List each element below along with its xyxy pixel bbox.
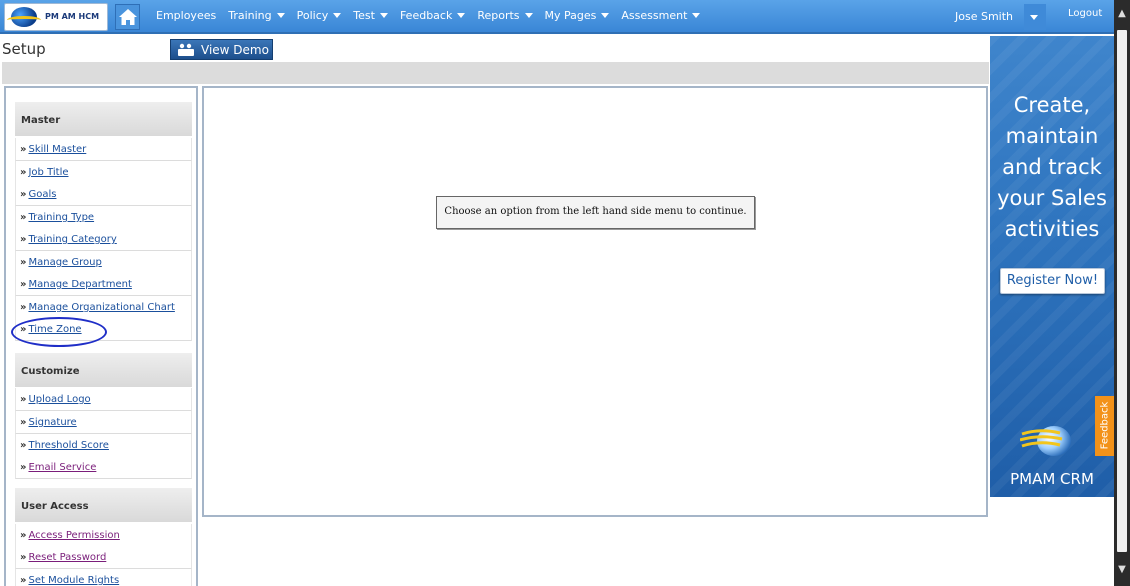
caret-down-icon — [601, 12, 610, 18]
nav-reports[interactable]: Reports — [477, 9, 533, 22]
highlight-ellipse — [11, 317, 107, 347]
swoosh-icon — [7, 16, 41, 24]
ad-headline: Create, maintain and track your Sales ac… — [997, 93, 1107, 241]
main-nav: Employees Training Policy Test Feedback … — [150, 0, 706, 30]
page-title: Setup — [2, 40, 46, 58]
menu-item-access-permission[interactable]: » Access Permission — [15, 524, 192, 547]
caret-down-icon — [276, 12, 285, 18]
menu-item-manage-group[interactable]: » Manage Group — [15, 251, 192, 274]
register-now-button[interactable]: Register Now! — [1000, 268, 1105, 294]
top-nav-bar: PM AM HCM Employees Training Policy Test… — [0, 0, 1114, 34]
menu-item-signature[interactable]: » Signature — [15, 411, 192, 434]
vertical-scrollbar[interactable]: ▲ ▼ — [1114, 0, 1130, 586]
user-name[interactable]: Jose Smith — [955, 10, 1013, 23]
menu-item-job-title[interactable]: » Job Title — [15, 161, 192, 184]
toolbar-strip — [2, 62, 989, 84]
menu-item-training-category[interactable]: » Training Category — [15, 228, 192, 251]
caret-down-icon — [457, 12, 466, 18]
menu-item-email-service[interactable]: » Email Service — [15, 456, 192, 479]
scroll-down-arrow-icon[interactable]: ▼ — [1114, 562, 1130, 578]
user-menu-dropdown[interactable] — [1024, 4, 1046, 30]
view-demo-button[interactable]: View Demo — [170, 39, 273, 60]
company-logo[interactable]: PM AM HCM — [4, 3, 108, 31]
nav-my-pages[interactable]: My Pages — [545, 9, 610, 22]
caret-down-icon — [692, 12, 701, 18]
crm-ad-banner[interactable]: Create, maintain and track your Sales ac… — [990, 36, 1114, 497]
main-content-panel: Choose an option from the left hand side… — [202, 86, 988, 517]
caret-down-icon — [524, 12, 533, 18]
nav-employees[interactable]: Employees — [156, 9, 216, 22]
menu-item-manage-department[interactable]: » Manage Department — [15, 273, 192, 296]
menu-item-skill-master[interactable]: » Skill Master — [15, 138, 192, 161]
crm-globe-icon — [1020, 426, 1071, 456]
logo-text: PM AM HCM — [45, 12, 100, 21]
instruction-message: Choose an option from the left hand side… — [436, 196, 755, 229]
section-user-access: User Access — [15, 488, 192, 522]
caret-down-icon — [333, 12, 342, 18]
people-icon — [178, 43, 194, 56]
caret-down-icon — [379, 12, 388, 18]
ad-brand: PMAM CRM — [1010, 470, 1094, 488]
nav-feedback[interactable]: Feedback — [400, 9, 466, 22]
menu-item-upload-logo[interactable]: » Upload Logo — [15, 388, 192, 411]
caret-down-icon — [1030, 15, 1038, 20]
nav-training[interactable]: Training — [228, 9, 285, 22]
nav-policy[interactable]: Policy — [297, 9, 342, 22]
logout-link[interactable]: Logout — [1068, 8, 1102, 19]
menu-item-set-module-rights[interactable]: » Set Module Rights — [15, 569, 192, 586]
feedback-tab[interactable]: Feedback — [1095, 396, 1114, 456]
home-button[interactable] — [115, 4, 140, 30]
menu-item-reset-password[interactable]: » Reset Password — [15, 546, 192, 569]
scroll-up-arrow-icon[interactable]: ▲ — [1114, 6, 1130, 22]
left-side-menu: Master » Skill Master » Job Title » Goals »… — [4, 86, 198, 586]
nav-assessment[interactable]: Assessment — [621, 9, 701, 22]
scroll-thumb[interactable] — [1117, 30, 1127, 552]
menu-item-goals[interactable]: » Goals — [15, 183, 192, 206]
home-icon — [119, 9, 137, 25]
menu-item-manage-organizational-chart[interactable]: » Manage Organizational Chart — [15, 296, 192, 319]
section-master: Master — [15, 102, 192, 136]
menu-item-training-type[interactable]: » Training Type — [15, 206, 192, 229]
section-customize: Customize — [15, 353, 192, 387]
nav-test[interactable]: Test — [353, 9, 388, 22]
menu-item-threshold-score[interactable]: » Threshold Score — [15, 434, 192, 457]
page: PM AM HCM Employees Training Policy Test… — [0, 0, 1130, 586]
